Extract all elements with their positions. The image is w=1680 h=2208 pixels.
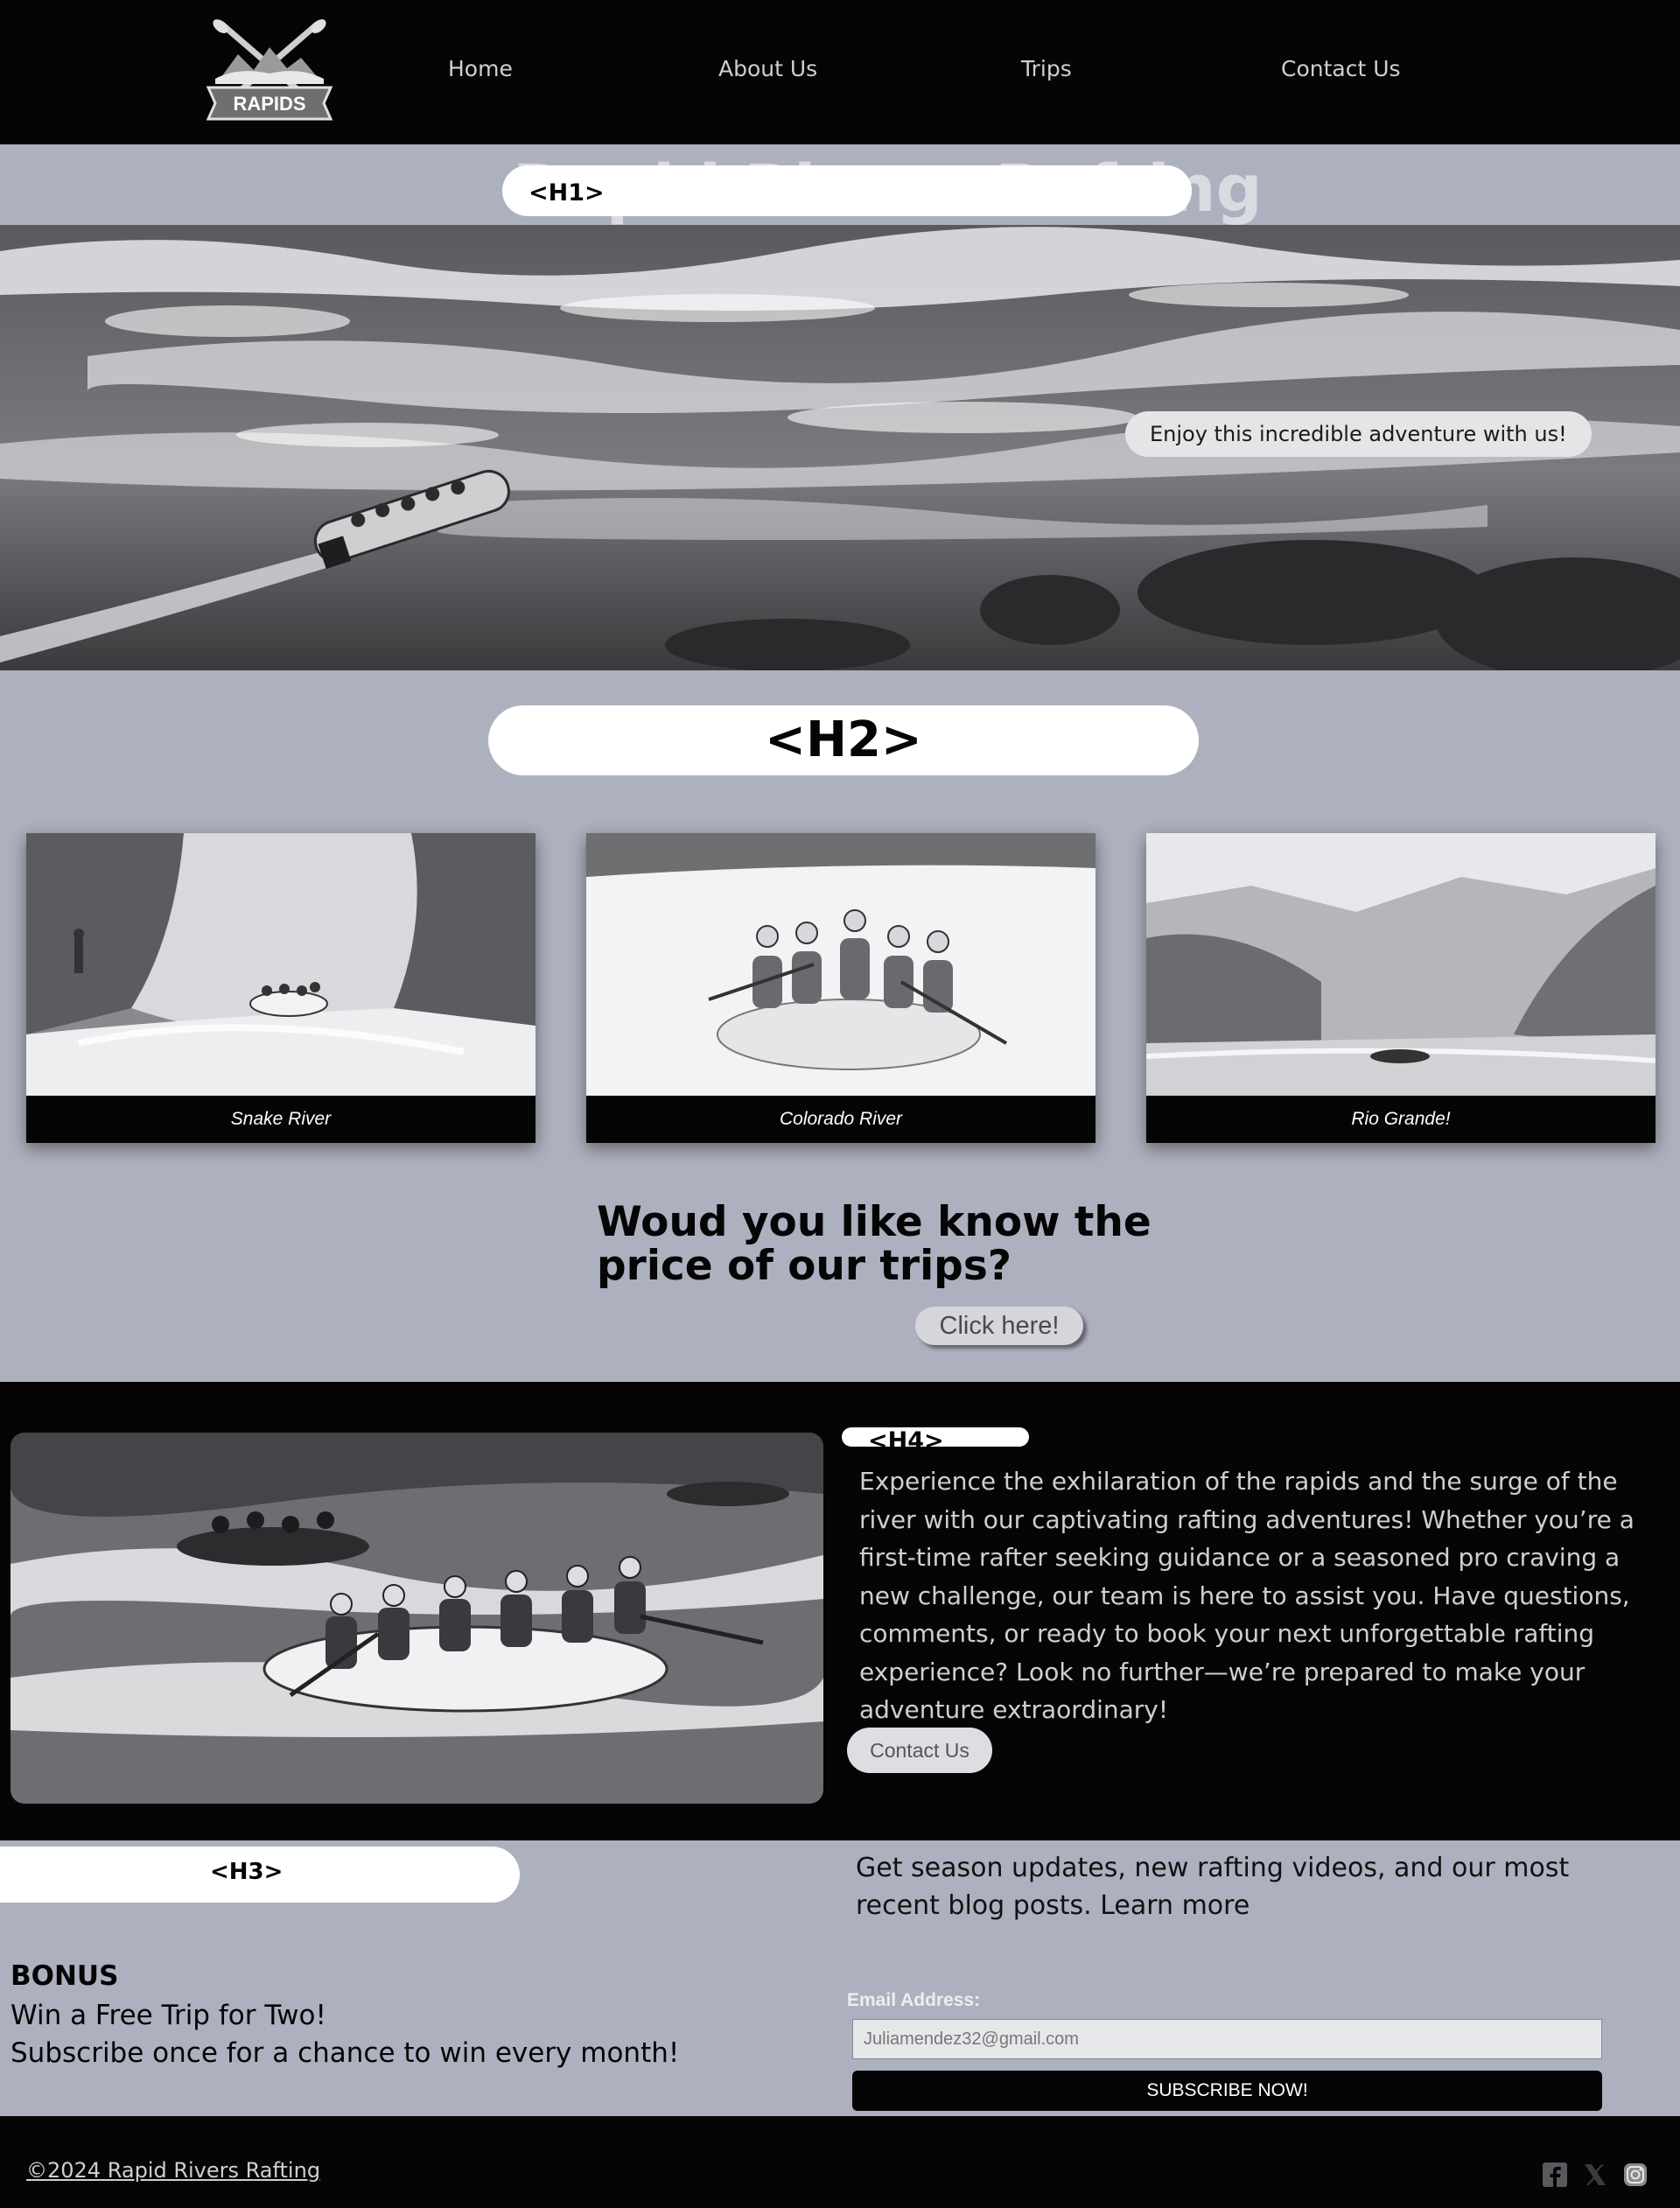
updates-text: Get season updates, new rafting videos, … [856, 1853, 1570, 1921]
price-click-button[interactable]: Click here! [915, 1307, 1083, 1345]
x-icon[interactable] [1582, 2162, 1608, 2188]
trip-card-snake-river[interactable]: Snake River [26, 833, 536, 1143]
copyright-link[interactable]: ©2024 Rapid Rivers Rafting [26, 2158, 320, 2183]
footer: ©2024 Rapid Rivers Rafting [0, 2116, 1680, 2208]
top-navigation: RAPIDS Home About Us Trips Contact Us [0, 0, 1680, 144]
rafting-team-photo [10, 1433, 823, 1804]
nav-about-us-link[interactable]: About Us [718, 56, 817, 81]
instagram-icon[interactable] [1622, 2162, 1648, 2188]
bonus-line-1: Win a Free Trip for Two! [10, 2000, 326, 2031]
colorado-river-photo [586, 833, 1096, 1096]
h1-tag-label: <H1> [528, 179, 605, 207]
feature-section: <H4> Experience the exhilaration of the … [0, 1382, 1680, 1840]
trip-caption: Rio Grande! [1351, 1109, 1451, 1129]
price-question-heading: Woud you like know the price of our trip… [597, 1198, 1152, 1290]
trip-caption: Snake River [230, 1109, 332, 1129]
h2-tag-label: <H2> [765, 711, 922, 768]
nav-trips-link[interactable]: Trips [1021, 56, 1072, 81]
hero-callout: Enjoy this incredible adventure with us! [1125, 411, 1592, 457]
rapids-logo[interactable]: RAPIDS [203, 19, 336, 124]
trip-caption: Colorado River [779, 1109, 903, 1129]
bonus-line-2: Subscribe once for a chance to win every… [10, 2037, 680, 2069]
facebook-icon[interactable] [1542, 2162, 1568, 2188]
contact-us-button[interactable]: Contact Us [847, 1728, 992, 1773]
subscribe-button[interactable]: SUBSCRIBE NOW! [852, 2071, 1602, 2111]
h1-placeholder-pill [502, 165, 1192, 216]
h3-tag-label: <H3> [210, 1859, 284, 1885]
h4-tag-label: <H4> [868, 1427, 944, 1448]
nav-contact-us-link[interactable]: Contact Us [1281, 56, 1401, 81]
feature-description: Experience the exhilaration of the rapid… [859, 1467, 1634, 1724]
email-field[interactable] [852, 2019, 1602, 2059]
logo-text: RAPIDS [233, 93, 305, 115]
nav-home-link[interactable]: Home [448, 56, 513, 81]
bonus-title: BONUS [10, 1960, 119, 1992]
trip-card-colorado-river[interactable]: Colorado River [586, 833, 1096, 1143]
rio-grande-photo [1146, 833, 1656, 1096]
email-label: Email Address: [847, 1990, 981, 2010]
trip-card-rio-grande[interactable]: Rio Grande! [1146, 833, 1656, 1143]
snake-river-photo [26, 833, 536, 1096]
